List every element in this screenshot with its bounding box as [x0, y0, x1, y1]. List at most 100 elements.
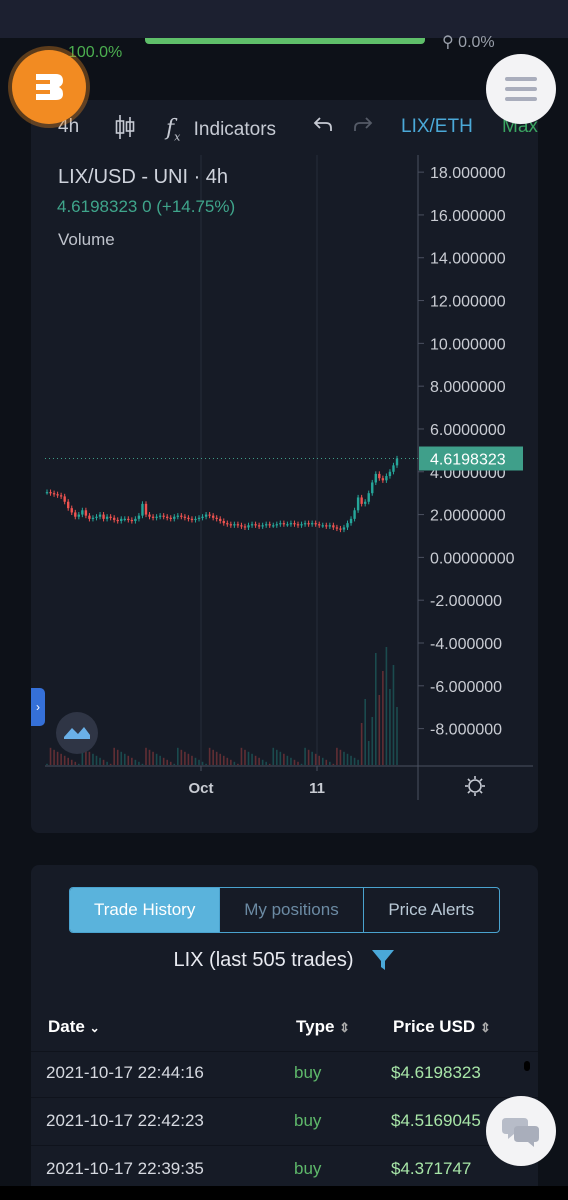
candle-body: [226, 523, 229, 525]
volume-bar: [371, 717, 374, 765]
candle-body: [162, 515, 165, 517]
tradingview-logo-icon: [64, 727, 90, 739]
y-tick-label: 18.000000: [430, 165, 506, 182]
volume-bar: [184, 751, 186, 765]
volume-bar: [382, 671, 384, 765]
candle-body: [81, 510, 84, 515]
candle-body: [328, 525, 332, 527]
drawing-toolbar-toggle[interactable]: ›: [31, 688, 45, 726]
menu-button[interactable]: [486, 54, 556, 124]
candle-body: [190, 518, 194, 521]
candle-body: [197, 517, 201, 519]
gear-icon[interactable]: [465, 776, 485, 796]
volume-bar: [297, 761, 299, 765]
candle-body: [254, 524, 257, 526]
candle-body: [335, 527, 339, 529]
volume-bar: [92, 753, 94, 765]
candle-body: [374, 473, 377, 483]
volume-bar: [95, 755, 98, 765]
candle-body: [204, 514, 208, 517]
volume-bar: [127, 755, 130, 765]
candle-body: [91, 517, 95, 519]
candle-body: [261, 525, 264, 527]
volume-bar: [60, 753, 62, 765]
trade-history-panel: Trade History My positions Price Alerts …: [31, 865, 538, 1200]
column-header-type-label: Type: [296, 1017, 335, 1036]
candle-body: [123, 518, 126, 521]
row-type: buy: [294, 1111, 322, 1130]
y-tick-label: -4.000000: [430, 636, 502, 653]
volume-bar: [247, 751, 250, 765]
chat-button[interactable]: [486, 1096, 556, 1166]
candle-body: [321, 525, 324, 527]
candle-body: [98, 514, 102, 517]
candle-body: [166, 516, 169, 518]
column-header-price[interactable]: Price USD ⇕: [393, 1017, 491, 1037]
volume-bar: [311, 751, 313, 765]
candle-body: [134, 518, 137, 521]
candle-body: [279, 523, 282, 525]
volume-bar: [230, 759, 232, 765]
y-tick-label: -6.000000: [430, 679, 502, 696]
volume-bar: [392, 665, 395, 765]
candle-body: [77, 514, 81, 517]
candle-body: [173, 516, 176, 519]
filter-funnel-icon[interactable]: [370, 947, 396, 973]
candle-body: [293, 523, 296, 525]
volume-bar: [131, 757, 133, 765]
scrollbar-thumb[interactable]: [524, 1061, 530, 1071]
volume-bar: [307, 749, 310, 765]
volume-bar: [254, 755, 257, 765]
candle-body: [349, 518, 353, 524]
volume-bar: [293, 759, 296, 765]
tradingview-logo[interactable]: [56, 712, 98, 754]
candle-body: [318, 524, 321, 526]
volume-bar: [233, 761, 236, 765]
volume-bar: [325, 759, 328, 765]
volume-bar: [396, 707, 398, 765]
volume-bar: [99, 757, 101, 765]
candle-body: [211, 515, 215, 518]
volume-bar: [134, 759, 137, 765]
brand-logo-button[interactable]: [12, 50, 86, 124]
volume-bar: [367, 741, 370, 765]
volume-bar: [215, 751, 218, 765]
volume-bar: [88, 751, 91, 765]
volume-bar: [364, 699, 366, 765]
candle-body: [332, 525, 335, 528]
volume-bar: [275, 749, 278, 765]
volume-bar: [290, 757, 292, 765]
tab-my-positions[interactable]: My positions: [219, 888, 362, 932]
candle-body: [286, 524, 289, 526]
candle-body: [180, 515, 183, 517]
candle-body: [63, 496, 66, 502]
candle-body: [187, 517, 190, 519]
column-header-type[interactable]: Type ⇕: [296, 1017, 350, 1037]
row-date: 2021-10-17 22:42:23: [46, 1111, 204, 1130]
tab-price-alerts[interactable]: Price Alerts: [362, 888, 499, 932]
volume-bar: [343, 751, 345, 765]
row-type: buy: [294, 1159, 322, 1178]
volume-bar: [339, 749, 342, 765]
volume-bar: [70, 759, 73, 765]
volume-bar: [145, 747, 147, 765]
candle-body: [148, 514, 151, 517]
candle-body: [105, 516, 109, 519]
candle-body: [360, 497, 363, 504]
candle-body: [229, 524, 233, 526]
candle-body: [183, 516, 187, 518]
candle-body: [314, 523, 317, 525]
column-header-date[interactable]: Date ⌄: [48, 1017, 100, 1037]
trades-heading: LIX (last 505 trades): [31, 947, 538, 973]
tab-trade-history[interactable]: Trade History: [70, 888, 220, 932]
volume-bar: [336, 747, 338, 765]
candle-body: [282, 523, 286, 525]
volume-bar: [141, 763, 144, 765]
candle-body: [296, 524, 300, 526]
candle-body: [367, 493, 370, 502]
volume-bar: [173, 763, 176, 765]
candle-body: [240, 525, 243, 527]
candle-body: [236, 524, 240, 526]
candle-body: [155, 516, 158, 518]
volume-bar: [177, 747, 179, 765]
